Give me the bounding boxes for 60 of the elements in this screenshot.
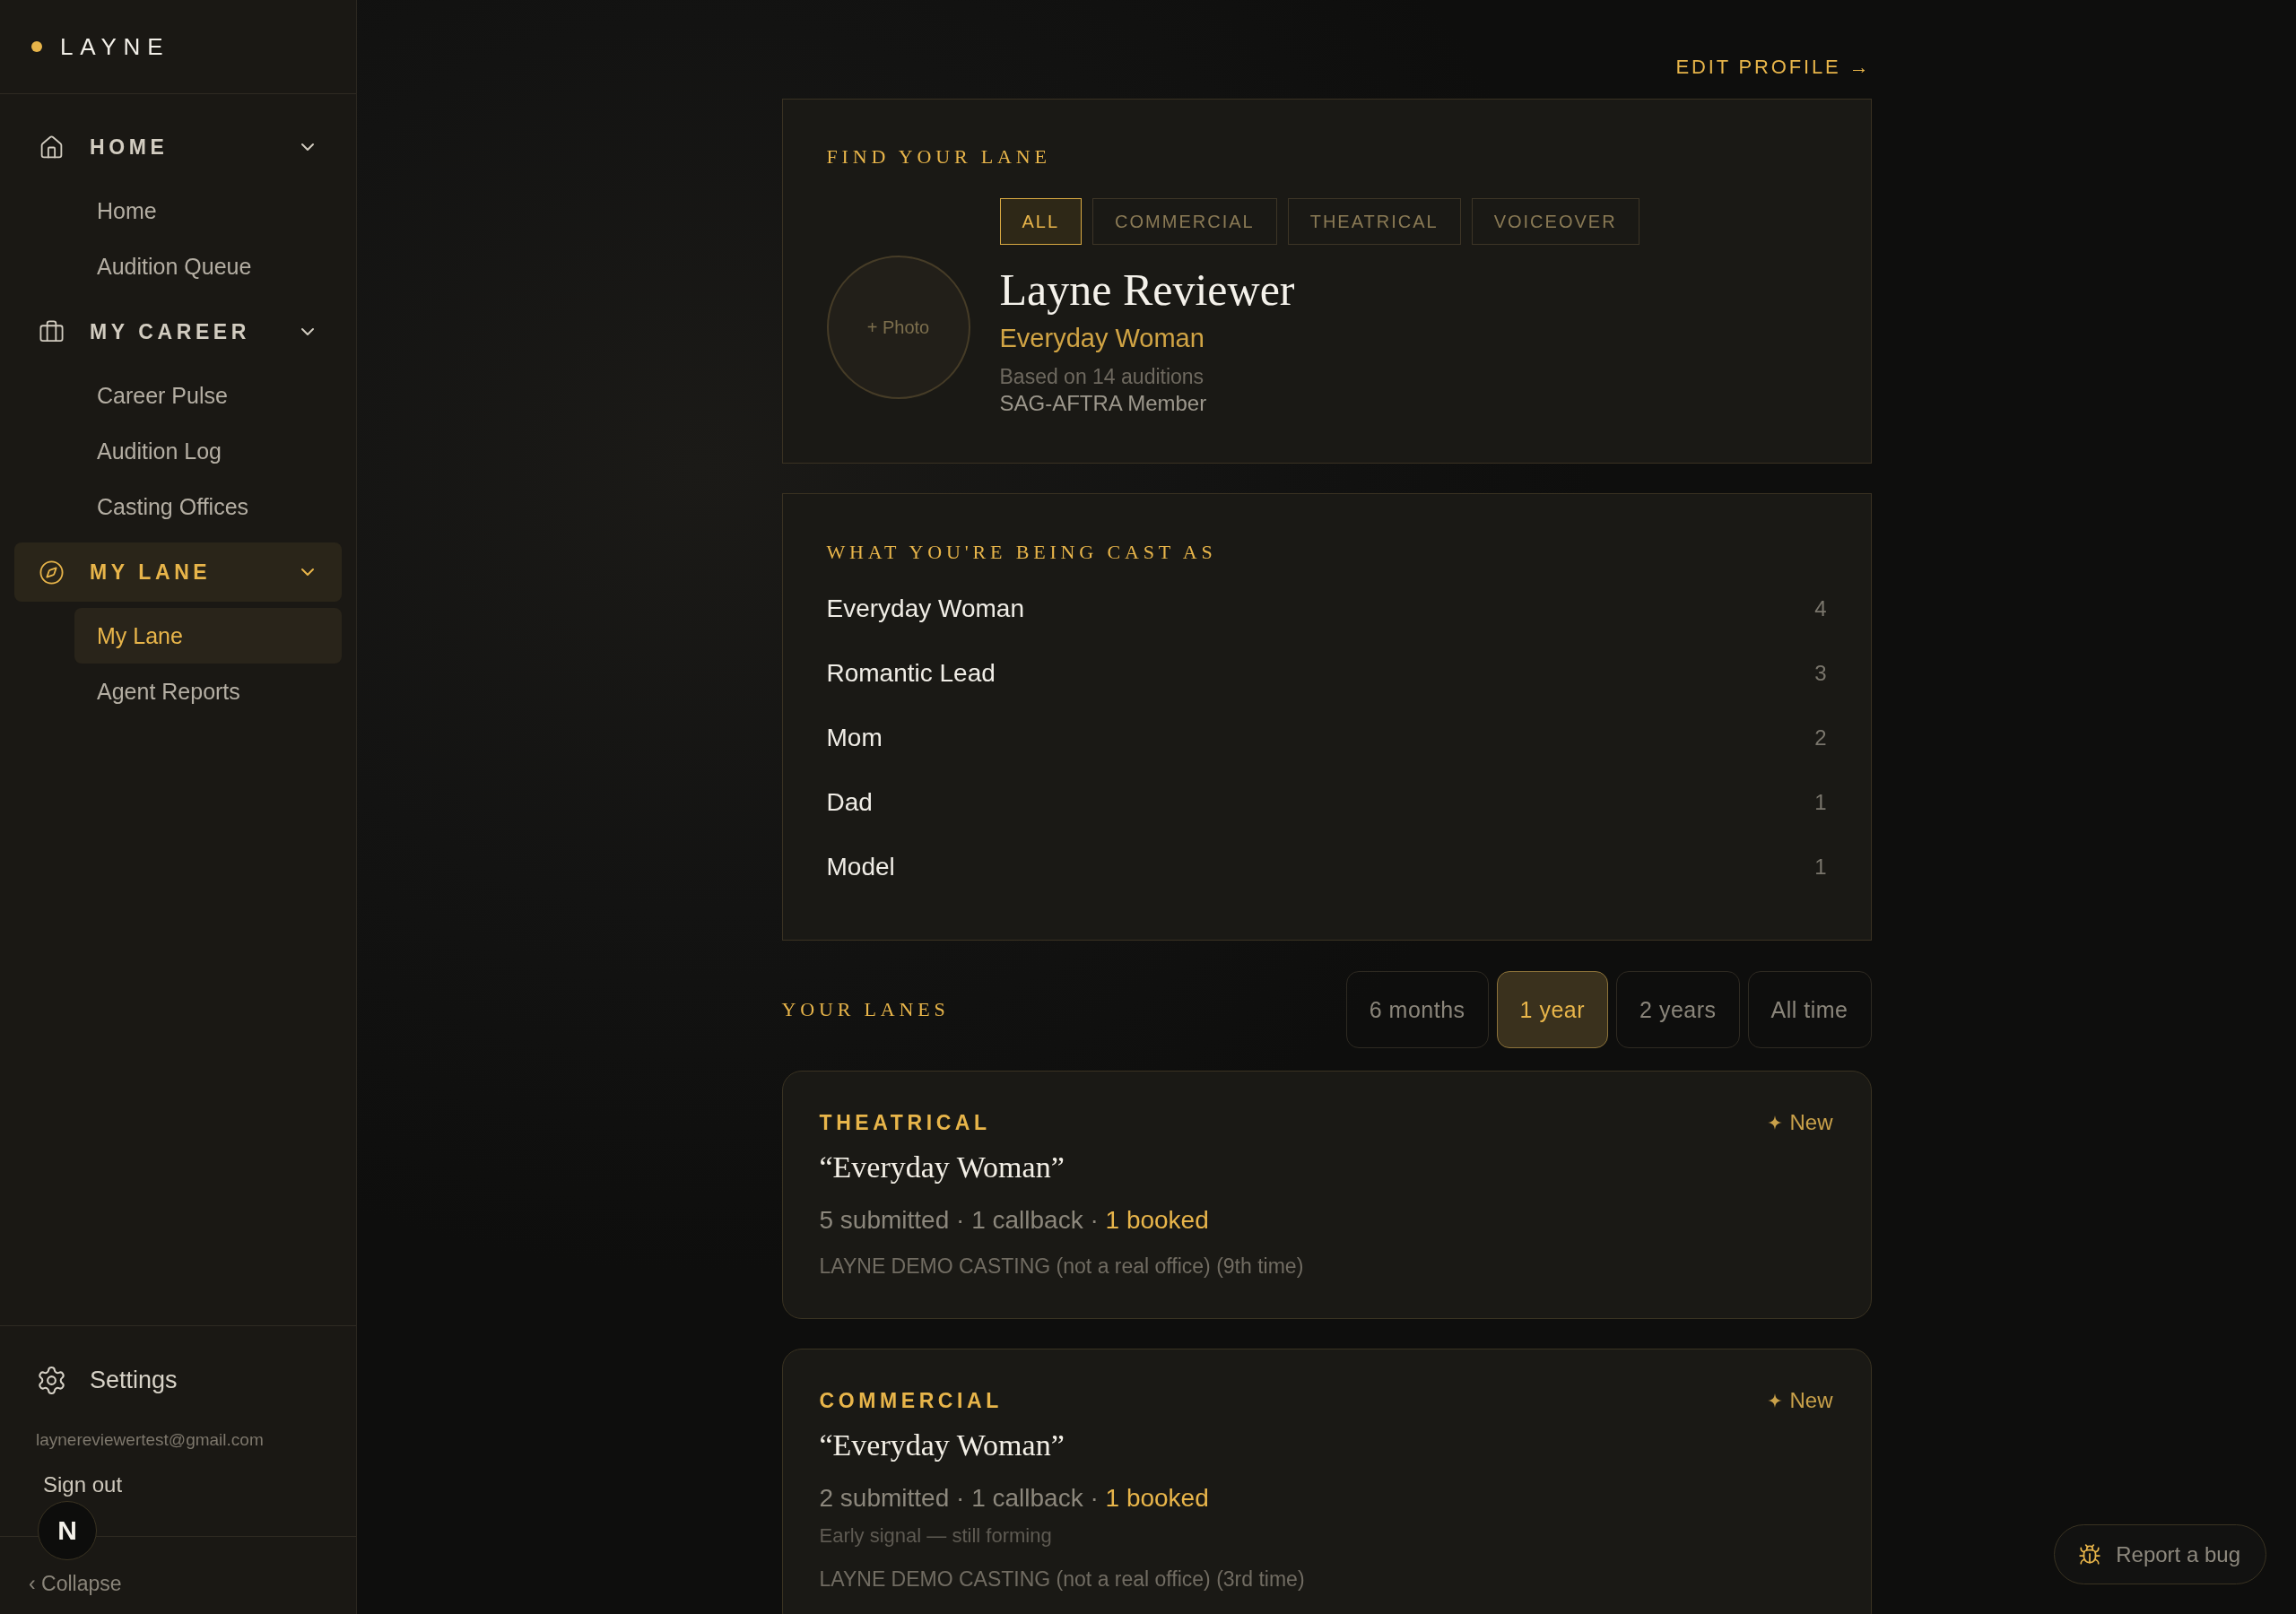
section-title: WHAT YOU'RE BEING CAST AS xyxy=(826,540,1218,565)
cast-count: 1 xyxy=(1814,855,1827,880)
nav-item[interactable]: Casting Offices xyxy=(74,479,342,534)
edit-profile-link[interactable]: EDIT PROFILE → xyxy=(1675,56,1872,79)
lane-category: COMMERCIAL xyxy=(819,1388,1003,1413)
sign-out-button[interactable]: Sign out xyxy=(43,1471,123,1499)
brand-name: LAYNE xyxy=(60,32,170,61)
cast-role: Model xyxy=(826,853,895,881)
range-button[interactable]: 2 years xyxy=(1616,971,1740,1048)
compass-icon xyxy=(39,559,65,586)
cast-role: Everyday Woman xyxy=(826,594,1024,623)
logo-dot-icon xyxy=(31,41,42,52)
new-label: New xyxy=(1789,1110,1833,1135)
lane-office: LAYNE DEMO CASTING (not a real office) (9th time) xyxy=(819,1254,1304,1280)
profile-name: Layne Reviewer xyxy=(999,264,1295,317)
range-button[interactable]: All time xyxy=(1747,971,1872,1048)
range-button[interactable]: 6 months xyxy=(1345,971,1489,1048)
cast-role: Mom xyxy=(826,724,883,752)
nav-item[interactable]: Audition Queue xyxy=(74,239,342,294)
lane-office: LAYNE DEMO CASTING (not a real office) (3rd time) xyxy=(819,1566,1305,1592)
cast-count: 2 xyxy=(1814,725,1827,751)
cast-count: 3 xyxy=(1814,661,1827,686)
sparkle-icon xyxy=(1768,1115,1783,1130)
nav-item[interactable]: Audition Log xyxy=(74,423,342,479)
cast-role: Romantic Lead xyxy=(826,659,996,688)
collapse-button[interactable]: ‹ Collapse xyxy=(29,1571,122,1596)
lane-category: THEATRICAL xyxy=(819,1110,991,1135)
nav-item[interactable]: My Lane xyxy=(74,608,342,664)
nav-item[interactable]: Home xyxy=(74,183,342,239)
section-title: YOUR LANES xyxy=(781,997,950,1022)
filter-tab[interactable]: ALL xyxy=(999,198,1083,245)
house-icon xyxy=(39,134,65,161)
nav-group-header[interactable]: MY CAREER xyxy=(14,302,342,361)
settings-icon xyxy=(36,1364,67,1396)
nav-group-header[interactable]: MY LANE xyxy=(14,542,342,602)
settings-button[interactable]: Settings xyxy=(36,1364,178,1396)
new-label: New xyxy=(1789,1388,1833,1413)
lane-stats: 5 submitted · 1 callback · 1 booked xyxy=(819,1205,1209,1236)
account-email: laynereviewertest@gmail.com xyxy=(36,1430,264,1450)
cast-role: Dad xyxy=(826,788,873,817)
nav-group-header[interactable]: HOME xyxy=(14,117,342,177)
nav-item[interactable]: Career Pulse xyxy=(74,368,342,423)
range-button[interactable]: 1 year xyxy=(1496,971,1609,1048)
profile-basis: Based on 14 auditions xyxy=(999,364,1205,390)
filter-tab[interactable]: COMMERCIAL xyxy=(1092,198,1277,245)
cast-count: 4 xyxy=(1814,596,1827,621)
lane-stats: 2 submitted · 1 callback · 1 booked xyxy=(819,1483,1209,1514)
sparkle-icon xyxy=(1768,1393,1783,1408)
filter-tab[interactable]: VOICEOVER xyxy=(1471,198,1639,245)
profile-lane: Everyday Woman xyxy=(999,323,1205,354)
bug-icon xyxy=(2078,1542,2102,1566)
section-title: FIND YOUR LANE xyxy=(826,144,1052,169)
nav-item[interactable]: Agent Reports xyxy=(74,664,342,719)
lane-note: Early signal — still forming xyxy=(819,1523,1052,1549)
filter-tab[interactable]: THEATRICAL xyxy=(1287,198,1461,245)
lane-title: “Everyday Woman” xyxy=(819,1150,1065,1185)
report-bug-button[interactable]: Report a bug xyxy=(2054,1524,2266,1584)
lane-title: “Everyday Woman” xyxy=(819,1427,1065,1463)
profile-membership: SAG-AFTRA Member xyxy=(999,390,1207,417)
cast-count: 1 xyxy=(1814,790,1827,815)
